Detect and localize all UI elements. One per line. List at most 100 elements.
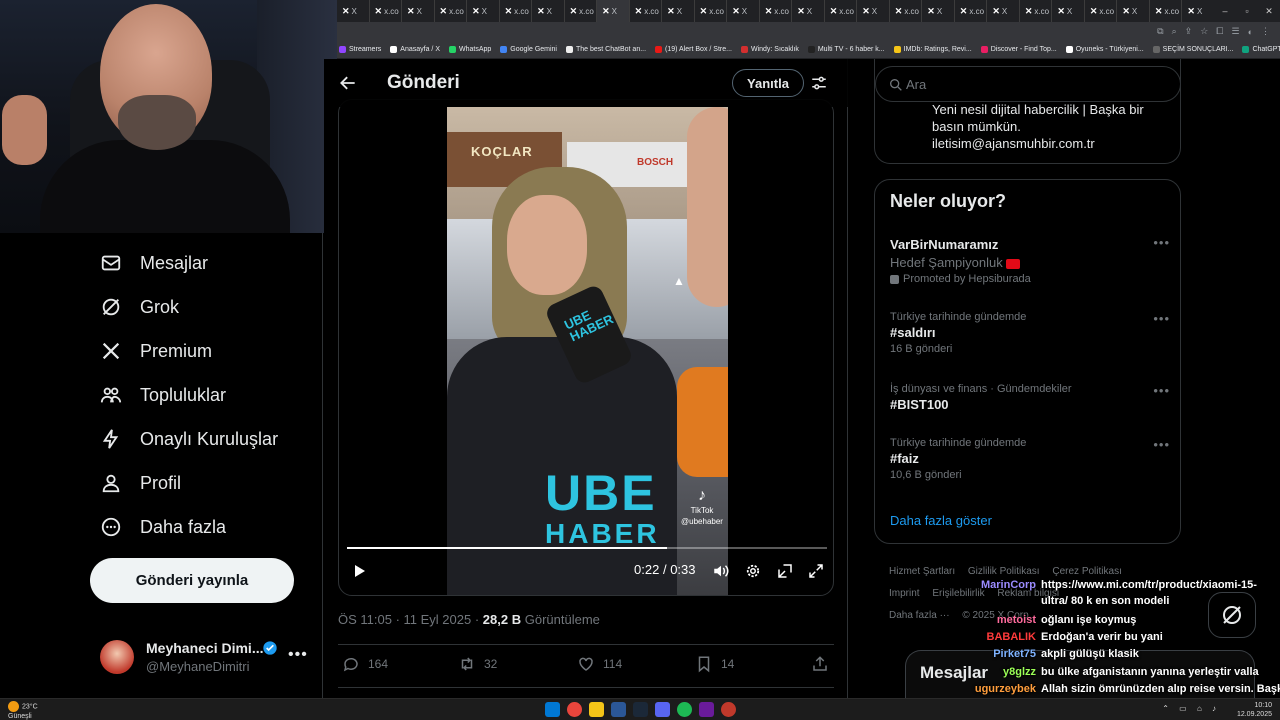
app-icon[interactable]: [721, 702, 736, 717]
browser-tab[interactable]: ✕x.co: [1020, 0, 1053, 22]
browser-tab[interactable]: ✕ X: [597, 0, 630, 22]
install-icon[interactable]: ⧉: [1157, 26, 1163, 37]
browser-tab[interactable]: ✕x.co: [890, 0, 923, 22]
media-icon[interactable]: ☰: [1231, 26, 1239, 37]
footer-link[interactable]: Çerez Politikası: [1052, 566, 1121, 577]
spotify-icon[interactable]: [677, 702, 692, 717]
folder-icon[interactable]: [589, 702, 604, 717]
browser-tab[interactable]: ✕x.co: [435, 0, 468, 22]
play-icon[interactable]: [351, 562, 367, 580]
bookmark-item[interactable]: ChatGPT: [1242, 46, 1280, 53]
weather-widget[interactable]: 23°C Güneşli: [8, 701, 38, 720]
account-switcher[interactable]: Meyhaneci Dimi... @MeyhaneDimitri •••: [100, 638, 320, 682]
browser-tab[interactable]: ✕x.co: [630, 0, 663, 22]
close-icon[interactable]: ✕: [1258, 6, 1280, 17]
bookmark-item[interactable]: Streamers: [339, 46, 381, 53]
repost-action[interactable]: 32: [458, 655, 497, 673]
bookmark-action[interactable]: 14: [695, 655, 734, 673]
browser-tab[interactable]: ✕x.co: [1150, 0, 1183, 22]
bookmark-item[interactable]: Discover - Find Top...: [980, 46, 1057, 53]
sidebar-item-more[interactable]: Daha fazla: [100, 516, 226, 538]
video-frame[interactable]: KOÇLAR BOSCH UBE HABER UBE HABER ♪ TikTo…: [447, 107, 728, 595]
footer-link[interactable]: Hizmet Şartları: [889, 566, 955, 577]
share-icon[interactable]: ⇪: [1185, 26, 1193, 37]
chrome-icon[interactable]: [567, 702, 582, 717]
minimize-icon[interactable]: –: [1214, 6, 1236, 16]
browser-tab[interactable]: ✕ X: [1182, 0, 1215, 22]
browser-tab[interactable]: ✕ X: [727, 0, 760, 22]
volume-icon[interactable]: [712, 562, 730, 580]
browser-tab[interactable]: ✕x.co: [760, 0, 793, 22]
video-progress-bar[interactable]: [347, 547, 827, 549]
trend-item[interactable]: Türkiye tarihinde gündemde #saldırı 16 B…: [890, 311, 1170, 355]
post-date[interactable]: 11 Eyl 2025: [404, 612, 472, 627]
trend-item[interactable]: VarBirNumaramız Hedef Şampiyonluk Promot…: [890, 235, 1170, 285]
browser-tab[interactable]: ✕ X: [857, 0, 890, 22]
browser-tab[interactable]: ✕x.co: [565, 0, 598, 22]
discord-icon[interactable]: [655, 702, 670, 717]
search-input[interactable]: Ara: [875, 66, 1181, 102]
browser-tab[interactable]: ✕x.co: [1085, 0, 1118, 22]
share-action[interactable]: [811, 655, 829, 673]
sidebar-item-messages[interactable]: Mesajlar: [100, 252, 208, 274]
extensions-icon[interactable]: ⧠: [1216, 26, 1223, 37]
bookmark-item[interactable]: SEÇİM SONUÇLARI...: [1152, 46, 1233, 53]
kick-icon[interactable]: [699, 702, 714, 717]
system-tray-icons[interactable]: ⌃ ▭ ⌂ ♪: [1162, 704, 1220, 713]
post-button[interactable]: Gönderi yayınla: [90, 558, 294, 603]
browser-tab[interactable]: ✕x.co: [825, 0, 858, 22]
browser-tab[interactable]: ✕x.co: [955, 0, 988, 22]
browser-tab[interactable]: ✕ X: [922, 0, 955, 22]
like-action[interactable]: 114: [577, 655, 622, 673]
bookmark-item[interactable]: Anasayfa / X: [390, 46, 440, 53]
bookmark-item[interactable]: The best ChatBot an...: [566, 46, 646, 53]
clock[interactable]: 10:10 12.09.2025: [1237, 701, 1272, 719]
browser-tab[interactable]: ✕ X: [987, 0, 1020, 22]
start-icon[interactable]: [545, 702, 560, 717]
bookmark-item[interactable]: Oyuneks - Türkiyeni...: [1065, 46, 1144, 53]
trend-item[interactable]: İş dünyası ve finans · Gündemdekiler #BI…: [890, 383, 1170, 412]
show-more-link[interactable]: Daha fazla göster: [890, 513, 992, 528]
app-icon[interactable]: [611, 702, 626, 717]
browser-tab[interactable]: ✕ X: [662, 0, 695, 22]
browser-tab[interactable]: ✕ X: [1117, 0, 1150, 22]
trend-item[interactable]: Türkiye tarihinde gündemde #faiz 10,6 B …: [890, 437, 1170, 481]
profile-icon[interactable]: ◐: [1248, 27, 1253, 37]
browser-tab[interactable]: ✕ X: [792, 0, 825, 22]
footer-link[interactable]: Imprint: [889, 588, 920, 599]
fullscreen-icon[interactable]: [807, 562, 825, 580]
browser-tab[interactable]: ✕ X: [532, 0, 565, 22]
sidebar-item-communities[interactable]: Topluluklar: [100, 384, 226, 406]
browser-tab[interactable]: ✕ X: [1052, 0, 1085, 22]
trend-more-icon[interactable]: •••: [1153, 383, 1170, 398]
menu-icon[interactable]: ⋮: [1261, 26, 1270, 37]
browser-tab[interactable]: ✕x.co: [500, 0, 533, 22]
zoom-icon[interactable]: ⌕: [1172, 26, 1177, 37]
trend-more-icon[interactable]: •••: [1153, 235, 1170, 250]
picture-in-picture-icon[interactable]: [776, 562, 794, 580]
bookmark-star-icon[interactable]: ☆: [1200, 26, 1208, 37]
video-player[interactable]: KOÇLAR BOSCH UBE HABER UBE HABER ♪ TikTo…: [338, 99, 834, 596]
footer-link[interactable]: Gizlilik Politikası: [968, 566, 1040, 577]
steam-icon[interactable]: [633, 702, 648, 717]
settings-gear-icon[interactable]: [744, 562, 762, 580]
bookmark-item[interactable]: (19) Alert Box / Stre...: [655, 46, 732, 53]
reply-button[interactable]: Yanıtla: [732, 69, 804, 97]
sidebar-item-profile[interactable]: Profil: [100, 472, 181, 494]
reply-action[interactable]: 164: [342, 655, 388, 673]
browser-tab[interactable]: ✕ X: [337, 0, 370, 22]
bookmark-item[interactable]: WhatsApp: [449, 46, 491, 53]
post-time[interactable]: ÖS 11:05: [338, 612, 392, 627]
browser-tab[interactable]: ✕x.co: [695, 0, 728, 22]
sidebar-item-premium[interactable]: Premium: [100, 340, 212, 362]
maximize-icon[interactable]: ▫: [1236, 6, 1258, 16]
browser-tab[interactable]: ✕ X: [402, 0, 435, 22]
bookmark-item[interactable]: Google Gemini: [500, 46, 557, 53]
bookmark-item[interactable]: Windy: Sıcaklık: [740, 46, 799, 53]
more-icon[interactable]: •••: [288, 646, 308, 664]
browser-tab[interactable]: ✕x.co: [370, 0, 403, 22]
filter-settings-icon[interactable]: [810, 74, 828, 92]
trend-more-icon[interactable]: •••: [1153, 437, 1170, 452]
bookmark-item[interactable]: Multi TV - 6 haber k...: [807, 46, 885, 53]
sidebar-item-verified-orgs[interactable]: Onaylı Kuruluşlar: [100, 428, 278, 450]
